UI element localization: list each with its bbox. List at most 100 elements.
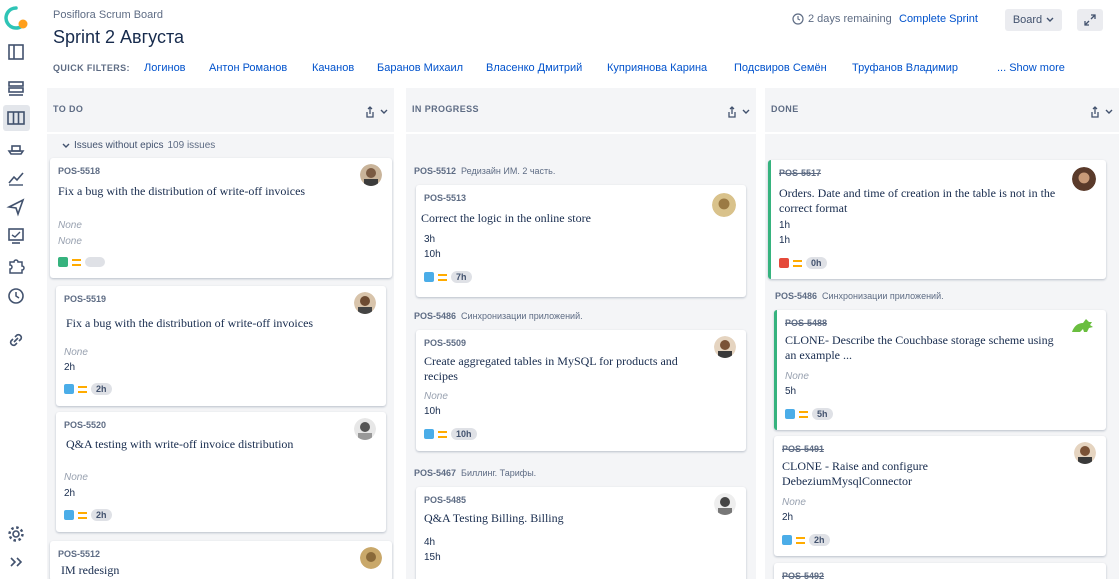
issue-key[interactable]: POS-5518 (58, 166, 100, 176)
issue-key[interactable]: POS-5485 (424, 495, 466, 505)
issue-key[interactable]: POS-5520 (64, 420, 106, 430)
expand-sidebar-icon[interactable] (6, 552, 26, 572)
issue-key[interactable]: POS-5517 (779, 168, 821, 178)
field-value: None (64, 347, 88, 358)
issue-key[interactable]: POS-5513 (424, 193, 466, 203)
complete-sprint-link[interactable]: Complete Sprint (899, 13, 978, 25)
share-icon[interactable] (1089, 106, 1101, 118)
field-value: 2h (782, 512, 794, 523)
avatar[interactable] (360, 164, 382, 186)
estimate-badge: 5h (812, 408, 833, 420)
chevron-down-icon[interactable] (380, 109, 388, 115)
issue-key[interactable]: POS-5492 (782, 571, 824, 579)
quick-filter-item[interactable]: Качанов (312, 62, 354, 74)
swimlane-header[interactable]: Issues without epics 109 issues (62, 140, 215, 151)
column-actions[interactable] (364, 106, 388, 118)
avatar[interactable] (354, 418, 376, 440)
avatar[interactable] (1074, 442, 1096, 464)
quick-filters-label: QUICK FILTERS: (53, 63, 130, 73)
chevron-down-icon[interactable] (742, 109, 750, 115)
quick-filter-item[interactable]: Баранов Михаил (377, 62, 463, 74)
avatar[interactable] (714, 493, 736, 515)
chevron-down-icon[interactable] (1105, 109, 1113, 115)
puzzle-icon[interactable] (6, 256, 26, 276)
parent-key[interactable]: POS-5486 (775, 291, 817, 301)
clock-icon[interactable] (6, 286, 26, 306)
issue-card[interactable]: POS-5513 Correct the logic in the online… (416, 185, 746, 297)
issue-key[interactable]: POS-5509 (424, 338, 466, 348)
project-name[interactable]: Posiflora Scrum Board (53, 9, 163, 21)
issue-card[interactable]: POS-5485 Q&A Testing Billing. Billing 4h… (416, 487, 746, 579)
quick-filter-item[interactable]: Власенко Дмитрий (486, 62, 582, 74)
page-title: Sprint 2 Августа (53, 27, 185, 47)
releases-icon[interactable] (6, 138, 26, 158)
quick-filter-item[interactable]: Логинов (144, 62, 186, 74)
share-icon[interactable] (726, 106, 738, 118)
board-icon[interactable] (3, 105, 30, 131)
parent-key[interactable]: POS-5467 (414, 468, 456, 478)
issue-key[interactable]: POS-5491 (782, 444, 824, 454)
issue-card[interactable]: POS-5488 CLONE- Describe the Couchbase s… (774, 310, 1106, 430)
subtask-icon (424, 429, 434, 439)
parent-name: Редизайн ИМ. 2 часть. (461, 166, 556, 176)
avatar[interactable] (360, 547, 382, 569)
issue-card[interactable]: POS-5512 IM redesign (50, 541, 392, 579)
show-more-filters[interactable]: ... Show more (997, 62, 1065, 74)
posiflora-logo[interactable] (4, 6, 28, 30)
parent-issue-row[interactable]: POS-5486 Синхронизации приложений. (775, 291, 944, 301)
parent-key[interactable]: POS-5512 (414, 166, 456, 176)
parent-key[interactable]: POS-5486 (414, 311, 456, 321)
issue-card[interactable]: POS-5509 Create aggregated tables in MyS… (416, 330, 746, 451)
parent-issue-row[interactable]: POS-5512 Редизайн ИМ. 2 часть. (414, 166, 555, 176)
quick-filter-item[interactable]: Труфанов Владимир (852, 62, 958, 74)
fullscreen-button[interactable] (1077, 9, 1103, 31)
send-icon[interactable] (6, 197, 26, 217)
parent-issue-row[interactable]: POS-5467 Биллинг. Тарифы. (414, 468, 536, 478)
share-icon[interactable] (364, 106, 376, 118)
expand-icon (1084, 14, 1096, 26)
dinosaur-avatar[interactable] (1070, 316, 1096, 336)
issue-card[interactable]: POS-5491 CLONE - Raise and configure Deb… (774, 436, 1106, 556)
priority-medium-icon (72, 258, 81, 266)
avatar[interactable] (714, 336, 736, 358)
issue-card[interactable]: POS-5518 Fix a bug with the distribution… (50, 158, 392, 278)
monitor-icon[interactable] (6, 226, 26, 246)
parent-issue-row[interactable]: POS-5486 Синхронизации приложений. (414, 311, 583, 321)
swimlane-label: Issues without epics (74, 140, 164, 151)
field-value: None (785, 371, 809, 382)
column-actions[interactable] (726, 106, 750, 118)
field-value: 1h (779, 220, 791, 231)
board-dropdown-button[interactable]: Board (1005, 9, 1062, 31)
column-title: TO DO (53, 104, 84, 114)
issue-card[interactable]: POS-5517 Orders. Date and time of creati… (768, 160, 1106, 279)
issue-card[interactable]: POS-5520 Q&A testing with write-off invo… (56, 412, 386, 532)
issue-key[interactable]: POS-5488 (785, 318, 827, 328)
quick-filter-item[interactable]: Подсвиров Семён (734, 62, 827, 74)
card-footer: 5h (785, 408, 833, 420)
issue-summary: Orders. Date and time of creation in the… (779, 186, 1056, 215)
field-value: 2h (64, 362, 76, 373)
issue-summary: Correct the logic in the online store (421, 211, 591, 225)
quick-filter-item[interactable]: Антон Романов (209, 62, 287, 74)
issue-card[interactable]: POS-5492 (774, 563, 1106, 579)
link-icon[interactable] (6, 330, 26, 350)
card-footer: 2h (64, 509, 112, 521)
column-actions[interactable] (1089, 106, 1113, 118)
avatar[interactable] (1072, 167, 1096, 191)
issue-key[interactable]: POS-5519 (64, 294, 106, 304)
settings-icon[interactable] (6, 524, 26, 544)
parent-name: Биллинг. Тарифы. (461, 468, 537, 478)
backlog-icon[interactable] (6, 42, 26, 62)
card-footer: 2h (782, 534, 830, 546)
field-value: None (58, 236, 82, 247)
issue-key[interactable]: POS-5512 (58, 549, 100, 559)
avatar[interactable] (354, 292, 376, 314)
issue-card[interactable]: POS-5519 Fix a bug with the distribution… (56, 286, 386, 406)
field-value: 10h (424, 249, 441, 260)
quick-filter-item[interactable]: Куприянова Карина (607, 62, 707, 74)
avatar[interactable] (712, 193, 736, 217)
issue-summary: Create aggregated tables in MySQL for pr… (424, 354, 678, 383)
subtask-icon (785, 409, 795, 419)
reports-icon[interactable] (6, 168, 26, 188)
stack-icon[interactable] (6, 78, 26, 98)
